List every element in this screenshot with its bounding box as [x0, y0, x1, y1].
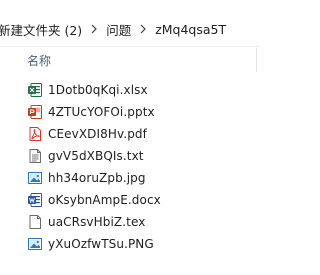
word-file-icon [27, 192, 43, 208]
breadcrumb-item-new-folder-2[interactable]: 新建文件夹 (2) [0, 20, 84, 39]
column-header-row: 名称 [0, 46, 260, 74]
file-row[interactable]: yXuOzfwTSu.PNG [0, 233, 260, 255]
text-file-icon [27, 148, 43, 164]
file-list: 1Dotb0qKqi.xlsx 4ZTUcYOFOi.pptx CEevXDI8… [0, 79, 260, 255]
excel-file-icon [27, 82, 43, 98]
generic-file-icon [27, 214, 43, 230]
breadcrumb-item-current-folder[interactable]: zMq4qsa5T [153, 22, 228, 37]
file-name: oKsybnAmpE.docx [48, 193, 161, 207]
file-explorer-window: 新建文件夹 (2) 问题 zMq4qsa5T 名称 1Dotb0qKqi.xls… [0, 0, 260, 275]
name-column-header[interactable]: 名称 [27, 52, 51, 69]
chevron-right-icon[interactable] [84, 24, 104, 34]
file-row[interactable]: uaCRsvHbiZ.tex [0, 211, 260, 233]
file-name: uaCRsvHbiZ.tex [48, 215, 146, 229]
file-row[interactable]: oKsybnAmpE.docx [0, 189, 260, 211]
file-row[interactable]: 4ZTUcYOFOi.pptx [0, 101, 260, 123]
breadcrumb[interactable]: 新建文件夹 (2) 问题 zMq4qsa5T [0, 12, 260, 47]
file-name: CEevXDI8Hv.pdf [48, 127, 147, 141]
file-name: yXuOzfwTSu.PNG [48, 237, 154, 251]
file-row[interactable]: 1Dotb0qKqi.xlsx [0, 79, 260, 101]
file-name: hh34oruZpb.jpg [48, 171, 146, 185]
breadcrumb-item-issues[interactable]: 问题 [104, 20, 133, 39]
image-file-icon [27, 236, 43, 252]
file-row[interactable]: gvV5dXBQIs.txt [0, 145, 260, 167]
image-file-icon [27, 170, 43, 186]
column-divider[interactable] [256, 48, 257, 72]
chevron-right-icon[interactable] [133, 24, 153, 34]
file-name: 1Dotb0qKqi.xlsx [48, 83, 148, 97]
file-row[interactable]: hh34oruZpb.jpg [0, 167, 260, 189]
file-row[interactable]: CEevXDI8Hv.pdf [0, 123, 260, 145]
file-name: gvV5dXBQIs.txt [48, 149, 144, 163]
file-name: 4ZTUcYOFOi.pptx [48, 105, 155, 119]
pdf-file-icon [27, 126, 43, 142]
powerpoint-file-icon [27, 104, 43, 120]
